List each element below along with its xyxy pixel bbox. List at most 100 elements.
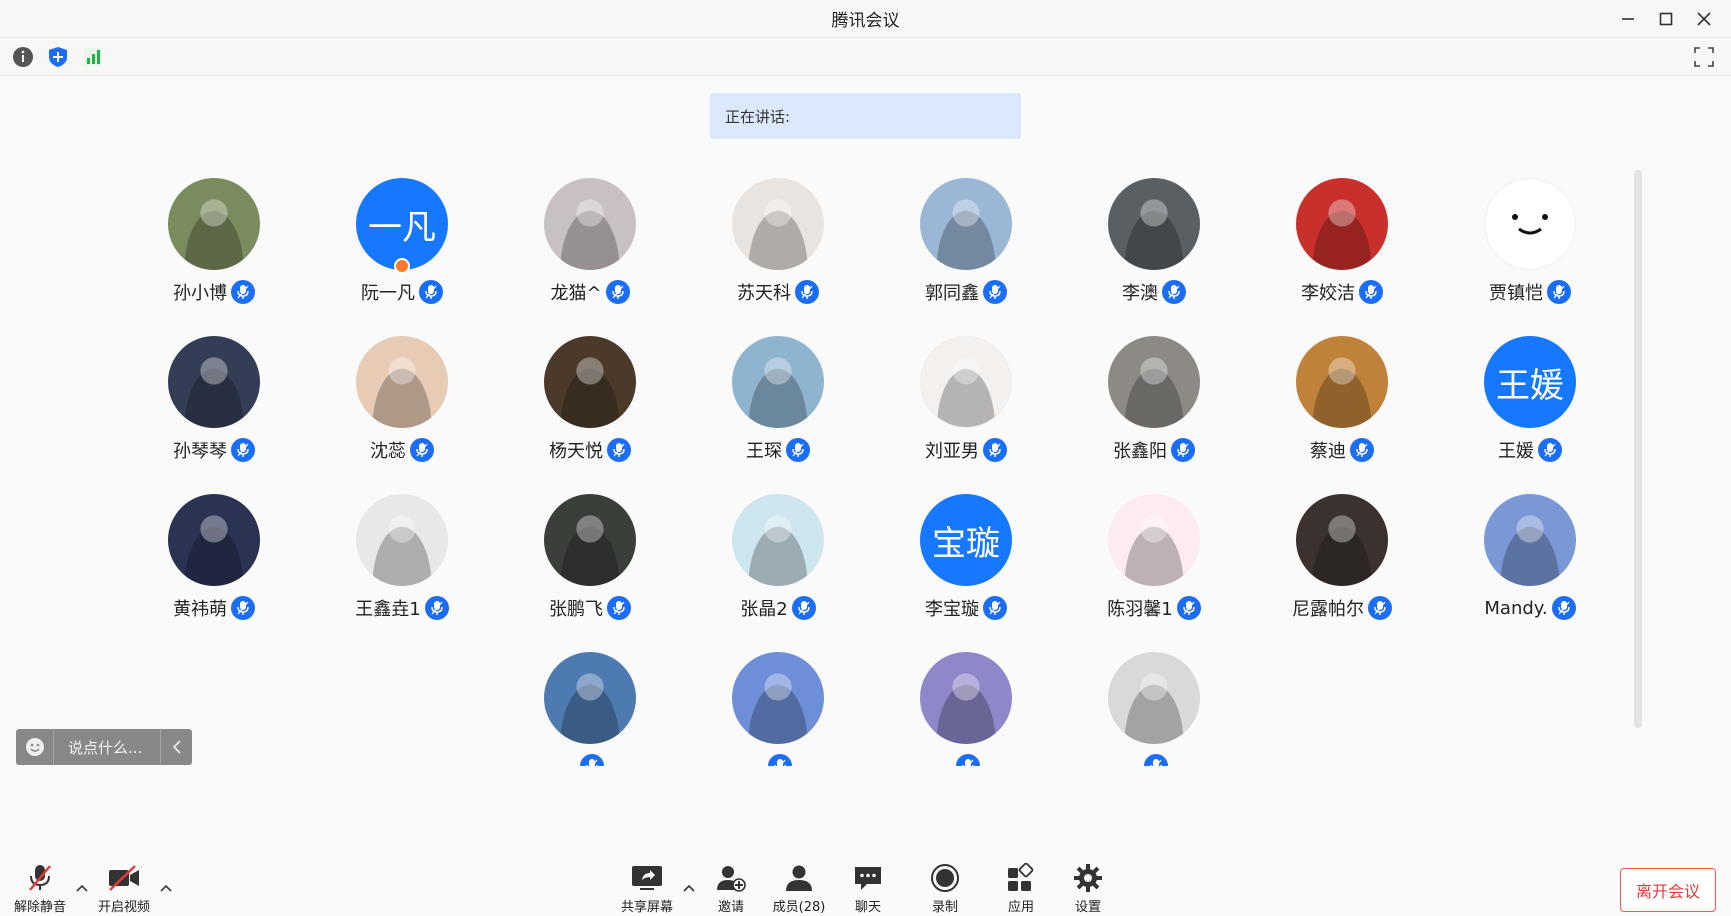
- participant-tile[interactable]: 李姣洁: [1248, 170, 1436, 328]
- avatar: [168, 336, 260, 428]
- participant-name: 孙琴琴: [173, 441, 227, 462]
- participant-name: 贾镇恺: [1489, 283, 1543, 304]
- maximize-button[interactable]: [1647, 0, 1685, 38]
- avatar-photo: [356, 494, 448, 586]
- participant-name: 龙猫^: [550, 283, 602, 304]
- mic-icon: [237, 443, 249, 457]
- mic-muted-badge: [1350, 438, 1374, 462]
- participant-tile[interactable]: 宝璇 李宝璇: [872, 486, 1060, 644]
- chat-label: 聊天: [854, 900, 881, 915]
- close-button[interactable]: [1685, 0, 1723, 38]
- members-label: 成员(28): [772, 900, 826, 915]
- quick-chat-input[interactable]: 说点什么...: [16, 729, 192, 765]
- participant-name: 李澳: [1122, 283, 1158, 304]
- participant-name: 尼露帕尔: [1292, 599, 1364, 620]
- participant-name-row: 孙琴琴: [120, 436, 308, 464]
- mic-muted-badge: [605, 280, 630, 304]
- network-signal-button[interactable]: [80, 44, 106, 70]
- start-video-button[interactable]: 开启视频: [88, 862, 160, 916]
- participant-tile[interactable]: 黄祎萌: [120, 486, 308, 644]
- avatar: [920, 178, 1012, 270]
- video-options-button[interactable]: [158, 880, 174, 896]
- apps-button[interactable]: 应用: [985, 862, 1057, 916]
- avatar-photo: [1296, 336, 1388, 428]
- avatar: [356, 336, 448, 428]
- participant-tile[interactable]: 沈蕊: [308, 328, 496, 486]
- speaking-label: 正在讲话:: [725, 107, 791, 126]
- mic-icon: [586, 759, 598, 766]
- avatar-photo: [732, 178, 824, 270]
- participant-tile[interactable]: 张晶2: [684, 486, 872, 644]
- participant-tile[interactable]: 郭同鑫: [872, 170, 1060, 328]
- participant-tile[interactable]: 孙小博: [120, 170, 308, 328]
- mic-muted-badge: [580, 754, 604, 766]
- chat-button[interactable]: 聊天: [832, 862, 904, 916]
- participant-tile[interactable]: 张鹏飞: [496, 486, 684, 644]
- participant-name-row: 龙猫^: [496, 278, 684, 306]
- participant-tile[interactable]: 张鑫阳: [1060, 328, 1248, 486]
- participant-tile[interactable]: [496, 644, 684, 766]
- avatar: [1296, 336, 1388, 428]
- participant-tile[interactable]: [684, 644, 872, 766]
- participant-name-row: 杨天悦: [496, 436, 684, 464]
- invite-button[interactable]: 邀请: [695, 862, 767, 916]
- avatar-photo: [168, 178, 260, 270]
- avatar: [732, 336, 824, 428]
- members-icon: [786, 865, 812, 891]
- participant-tile[interactable]: [1060, 644, 1248, 766]
- participant-tile[interactable]: 刘亚男: [872, 328, 1060, 486]
- unmute-button[interactable]: 解除静音: [4, 862, 76, 916]
- participant-tile[interactable]: [872, 644, 1060, 766]
- avatar-photo: [168, 336, 260, 428]
- avatar-photo: [168, 494, 260, 586]
- avatar: [1108, 652, 1200, 744]
- chat-placeholder: 说点什么...: [68, 738, 143, 757]
- participant-tile[interactable]: 王鑫垚1: [308, 486, 496, 644]
- participant-tile[interactable]: 一凡 阮一凡: [308, 170, 496, 328]
- avatar: [356, 494, 448, 586]
- participant-tile[interactable]: 贾镇恺: [1436, 170, 1580, 328]
- participant-name-row: 郭同鑫: [872, 278, 1060, 306]
- mic-muted-badge: [607, 596, 631, 620]
- participant-tile[interactable]: 龙猫^: [496, 170, 684, 328]
- participant-tile[interactable]: 王媛 王媛: [1436, 328, 1580, 486]
- members-button[interactable]: 成员(28): [763, 862, 835, 916]
- participant-tile[interactable]: 尼露帕尔: [1248, 486, 1436, 644]
- mic-muted-badge: [1359, 280, 1383, 304]
- grid-scrollbar[interactable]: [1634, 170, 1642, 728]
- mic-icon: [1374, 601, 1386, 615]
- participant-tile[interactable]: 李澳: [1060, 170, 1248, 328]
- window-controls: [1609, 0, 1723, 38]
- participant-tile[interactable]: 陈羽馨1: [1060, 486, 1248, 644]
- participant-tile[interactable]: 王琛: [684, 328, 872, 486]
- mic-icon: [1183, 601, 1195, 615]
- participant-name-row: 孙小博: [120, 278, 308, 306]
- title-bar: 腾讯会议: [0, 0, 1731, 38]
- leave-meeting-button[interactable]: 离开会议: [1620, 868, 1716, 912]
- security-button[interactable]: [45, 44, 71, 70]
- meeting-info-button[interactable]: [10, 44, 36, 70]
- collapse-chat-button[interactable]: [160, 729, 192, 765]
- mic-icon: [1544, 443, 1556, 457]
- avatar-photo: [544, 178, 636, 270]
- avatar-photo: [732, 652, 824, 744]
- minimize-button[interactable]: [1609, 0, 1647, 38]
- participant-tile[interactable]: 蔡迪: [1248, 328, 1436, 486]
- mic-icon: [774, 759, 786, 766]
- emoji-button[interactable]: [16, 729, 54, 765]
- participant-tile[interactable]: 杨天悦: [496, 328, 684, 486]
- participant-name: 苏天科: [737, 283, 791, 304]
- participant-tile[interactable]: Mandy.: [1436, 486, 1580, 644]
- participant-tile[interactable]: 苏天科: [684, 170, 872, 328]
- record-button[interactable]: 录制: [909, 862, 981, 916]
- fullscreen-button[interactable]: [1691, 44, 1717, 70]
- participant-grid-viewport[interactable]: 孙小博 一凡 阮一凡龙猫^ 苏天科 郭同鑫 李澳 李姣洁贾镇恺孙琴琴 沈蕊 杨天悦 王琛刘亚男 张鑫…: [120, 170, 1580, 766]
- apps-icon: [1008, 863, 1034, 891]
- mic-icon: [962, 759, 974, 766]
- participant-name: 张鹏飞: [549, 599, 603, 620]
- participant-tile[interactable]: 孙琴琴: [120, 328, 308, 486]
- share-screen-button[interactable]: 共享屏幕: [611, 862, 683, 916]
- participant-name: 刘亚男: [925, 441, 979, 462]
- participant-name-row: 蔡迪: [1248, 436, 1436, 464]
- settings-button[interactable]: 设置: [1052, 862, 1124, 916]
